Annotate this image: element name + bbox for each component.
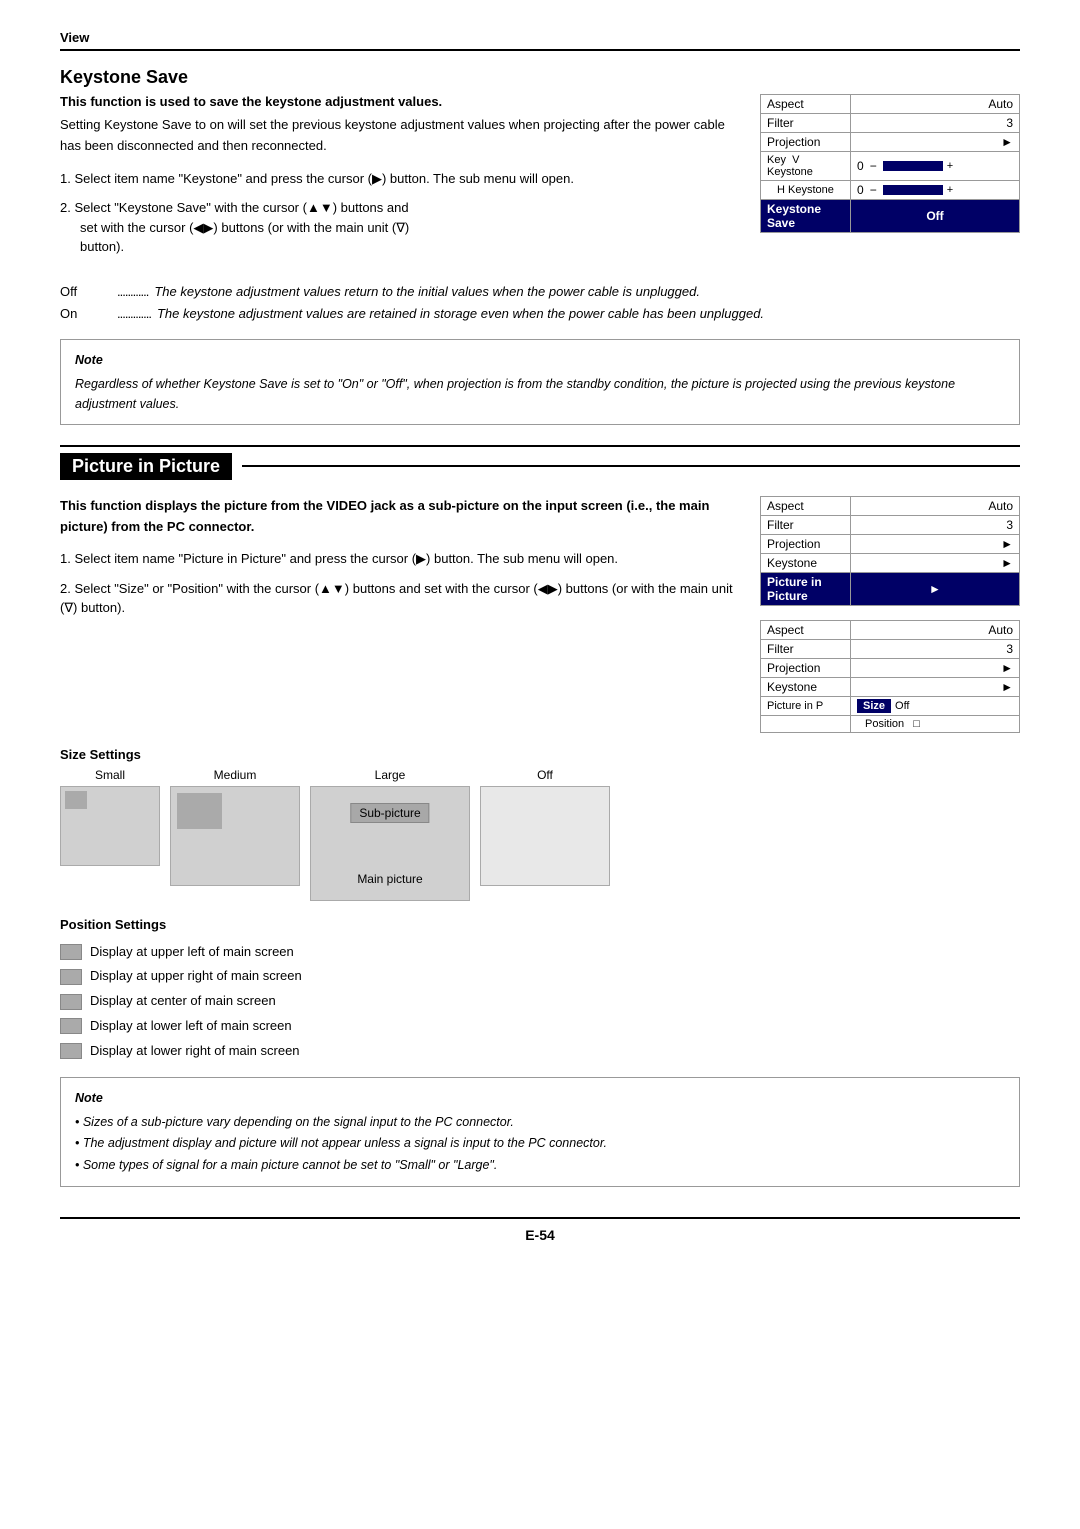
pos-lower-left-icon	[60, 1018, 82, 1034]
pip-note-box: Note • Sizes of a sub-picture vary depen…	[60, 1077, 1020, 1187]
page-number: E-54	[60, 1217, 1020, 1243]
position-center: Display at center of main screen	[60, 989, 1020, 1014]
size-box-large: Sub-picture Main picture	[310, 786, 470, 901]
size-settings-title: Size Settings	[60, 747, 1020, 762]
pip-menu3-filter: Filter 3	[761, 639, 1020, 658]
keystone-menu-table: Aspect Auto Filter 3 Projection ► Key V …	[760, 94, 1020, 233]
menu-row-projection: Projection ►	[761, 133, 1020, 152]
position-settings: Position Settings Display at upper left …	[60, 917, 1020, 1063]
pip-intro-row: This function displays the picture from …	[60, 496, 1020, 733]
menu-row-vkeystone: Key V Keystone 0 − +	[761, 152, 1020, 181]
pos-upper-right-icon	[60, 969, 82, 985]
menu-row-keystonesave: Keystone Save Off	[761, 200, 1020, 233]
position-list: Display at upper left of main screen Dis…	[60, 940, 1020, 1063]
keystone-note-box: Note Regardless of whether Keystone Save…	[60, 339, 1020, 425]
pip-bold-desc: This function displays the picture from …	[60, 496, 740, 538]
menu-row-aspect: Aspect Auto	[761, 95, 1020, 114]
pip-menu3-table: Aspect Auto Filter 3 Projection ► Keysto…	[760, 620, 1020, 733]
on-item: On ............. The keystone adjustment…	[60, 303, 1020, 325]
pip-menu3-position: Position □	[761, 715, 1020, 732]
menu-row-filter: Filter 3	[761, 114, 1020, 133]
keystone-bold-desc: This function is used to save the keysto…	[60, 94, 740, 109]
pos-center-icon	[60, 994, 82, 1010]
pip-menu2-projection: Projection ►	[761, 534, 1020, 553]
keystone-note-text: Regardless of whether Keystone Save is s…	[75, 374, 1005, 414]
keystone-save-title: Keystone Save	[60, 67, 1020, 88]
pip-title: Picture in Picture	[60, 453, 232, 480]
keystone-intro: Setting Keystone Save to on will set the…	[60, 115, 740, 157]
pip-menu2-aspect: Aspect Auto	[761, 496, 1020, 515]
pip-menu3-projection: Projection ►	[761, 658, 1020, 677]
pip-intro-left: This function displays the picture from …	[60, 496, 740, 733]
keystone-menu-right: Aspect Auto Filter 3 Projection ► Key V …	[760, 94, 1020, 267]
menu-row-hkeystone: H Keystone 0 − +	[761, 181, 1020, 200]
pos-upper-left-icon	[60, 944, 82, 960]
pip-note-title: Note	[75, 1088, 1005, 1108]
off-item: Off ............ The keystone adjustment…	[60, 281, 1020, 303]
keystone-step1: 1. Select item name "Keystone" and press…	[60, 169, 740, 189]
size-settings: Size Settings Small Medium Large Sub-p	[60, 747, 1020, 901]
size-box-off	[480, 786, 610, 886]
pip-step2: 2. Select "Size" or "Position" with the …	[60, 579, 740, 618]
pos-lower-right-icon	[60, 1043, 82, 1059]
pip-menu2-filter: Filter 3	[761, 515, 1020, 534]
position-upper-left: Display at upper left of main screen	[60, 940, 1020, 965]
pip-note-bullets: • Sizes of a sub-picture vary depending …	[75, 1112, 1005, 1176]
pip-menu2-pip: Picture in Picture ►	[761, 572, 1020, 605]
view-header: View	[60, 30, 1020, 51]
pip-menu3-keystone: Keystone ►	[761, 677, 1020, 696]
position-lower-left: Display at lower left of main screen	[60, 1014, 1020, 1039]
size-small: Small	[60, 768, 160, 866]
pip-menu2-keystone: Keystone ►	[761, 553, 1020, 572]
position-settings-title: Position Settings	[60, 917, 1020, 932]
keystone-save-content: This function is used to save the keysto…	[60, 94, 740, 267]
size-medium: Medium	[170, 768, 300, 886]
keystone-note-title: Note	[75, 350, 1005, 370]
position-lower-right: Display at lower right of main screen	[60, 1039, 1020, 1064]
keystone-save-section: Keystone Save This function is used to s…	[60, 67, 1020, 425]
size-grid: Small Medium Large Sub-picture Main pict…	[60, 768, 1020, 901]
size-large: Large Sub-picture Main picture	[310, 768, 470, 901]
pip-section-header: Picture in Picture	[60, 453, 1020, 480]
size-box-medium	[170, 786, 300, 886]
pip-step1: 1. Select item name "Picture in Picture"…	[60, 549, 740, 569]
pip-section: Picture in Picture This function display…	[60, 445, 1020, 1187]
pip-menu2-right: Aspect Auto Filter 3 Projection ► Keysto…	[760, 496, 1020, 733]
pip-menu2-table: Aspect Auto Filter 3 Projection ► Keysto…	[760, 496, 1020, 606]
offon-list: Off ............ The keystone adjustment…	[60, 281, 1020, 325]
pip-menu3-aspect: Aspect Auto	[761, 620, 1020, 639]
position-upper-right: Display at upper right of main screen	[60, 964, 1020, 989]
size-box-small	[60, 786, 160, 866]
pip-menu3-size: Picture in P Size Off	[761, 696, 1020, 715]
size-off: Off	[480, 768, 610, 886]
keystone-step2: 2. Select "Keystone Save" with the curso…	[60, 198, 740, 257]
